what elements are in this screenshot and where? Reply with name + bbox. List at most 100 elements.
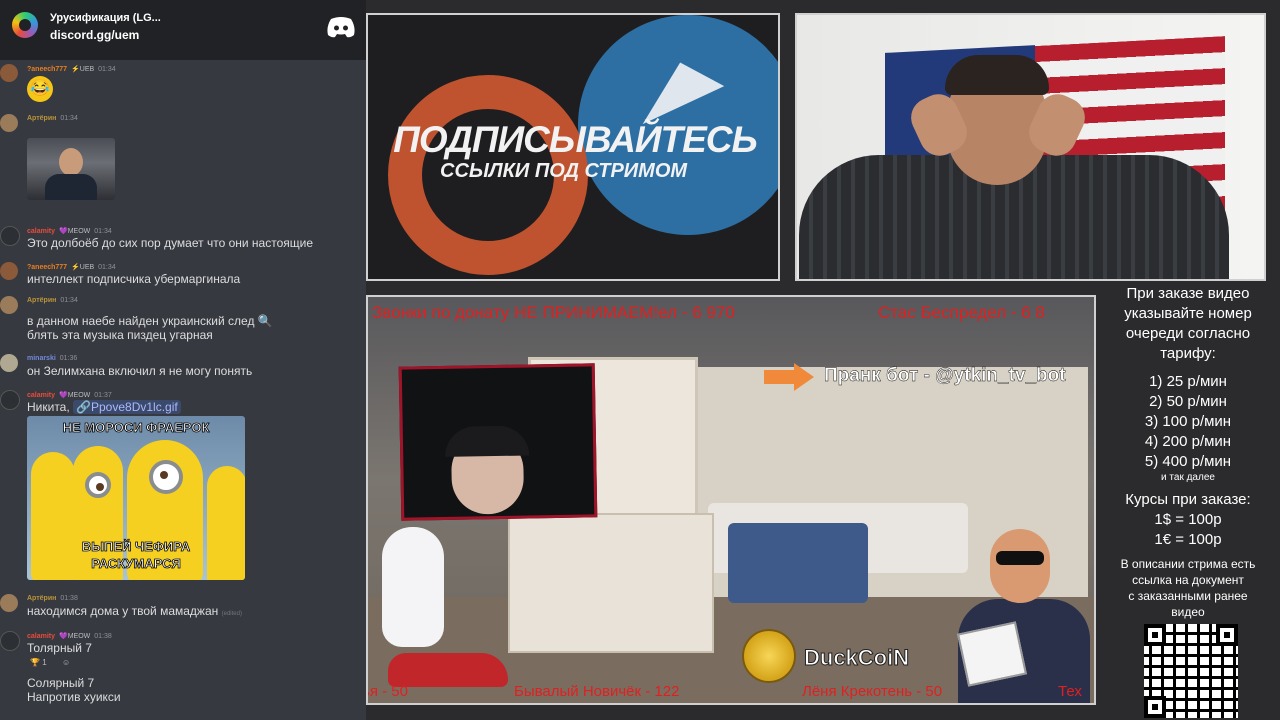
- info-description: В описании стрима есть: [1120, 557, 1256, 571]
- tariff-item: 1) 25 р/мин: [1149, 373, 1227, 390]
- reaction[interactable]: 🏆 1: [30, 658, 47, 667]
- rate-item: 1€ = 100р: [1154, 531, 1222, 548]
- server-icon[interactable]: [12, 12, 38, 38]
- user-avatar[interactable]: [0, 594, 18, 612]
- username[interactable]: calamity: [27, 392, 55, 399]
- gif-link-label: Ppove8Dv1lc.gif: [91, 400, 178, 414]
- duckcoin-icon: [742, 629, 796, 683]
- message-text: блять эта музыка пиздец угарная: [27, 328, 213, 342]
- user-avatar[interactable]: [0, 354, 18, 372]
- timestamp: 01:34: [98, 66, 116, 73]
- user-avatar[interactable]: [0, 296, 18, 314]
- username[interactable]: Артёрин: [27, 297, 56, 304]
- photo-face: [59, 148, 83, 176]
- stair-shelves: [508, 513, 714, 653]
- gif-caption-line: РАСКУМАРСЯ: [91, 556, 181, 572]
- qr-finder: [1144, 624, 1166, 646]
- photo-body: [45, 174, 97, 200]
- photo-attachment[interactable]: [27, 138, 115, 200]
- promo-subtitle: ССЫЛКИ ПОД СТРИМОМ: [440, 160, 688, 182]
- message-text-line: в данном наебе найден украинский след: [27, 314, 255, 328]
- message-text: находимся дома у твой мамаджан (edited): [27, 604, 242, 622]
- gif-caption-line: ВЫПЕЙ ЧЕФИРА: [81, 539, 191, 555]
- ice-king-figure: [382, 527, 444, 647]
- webcam-panel: [795, 13, 1266, 281]
- message-meta: calamity 💜MEOW 01:38: [27, 632, 112, 640]
- gif-top-caption: НЕ МОРОСИ ФРАЕРОК: [62, 420, 210, 436]
- blanket: [728, 523, 868, 603]
- info-description: видео: [1171, 605, 1205, 619]
- message-text: Солярный 7: [27, 676, 95, 690]
- username[interactable]: calamity: [27, 228, 55, 235]
- tariff-item: 5) 400 р/мин: [1144, 453, 1232, 470]
- username[interactable]: ?aneech777: [27, 66, 67, 73]
- rates-title: Курсы при заказе:: [1125, 491, 1251, 508]
- username[interactable]: Артёрин: [27, 595, 56, 602]
- timestamp: 01:34: [98, 264, 116, 271]
- duckcoin-label: DuckCoiN: [803, 645, 910, 671]
- donation-ticker-bottom: Лёня Крекотень - 50: [802, 683, 943, 700]
- message-meta: Артёрин 01:34: [27, 115, 78, 122]
- discord-chat-panel: Урусификация (LG... discord.gg/uem ?anee…: [0, 0, 366, 720]
- streamer-hair: [945, 55, 1049, 95]
- info-text: очереди согласно: [1125, 325, 1251, 342]
- agent-character: [950, 529, 1094, 703]
- red-toy-car: [388, 653, 508, 687]
- donation-ticker-top: Стас Беспредел - 6 8: [878, 303, 1045, 322]
- message-meta: calamity 💜MEOW 01:34: [27, 227, 112, 235]
- rate-item: 1$ = 100р: [1154, 511, 1222, 528]
- message-meta: minarski 01:36: [27, 355, 77, 362]
- info-description: с заказанными ранее: [1128, 589, 1248, 603]
- subscribe-promo-panel: ПОДПИСЫВАЙТЕСЬ ССЫЛКИ ПОД СТРИМОМ: [366, 13, 780, 281]
- tariff-item: 4) 200 р/мин: [1144, 433, 1232, 450]
- reaction-count: 1: [42, 658, 47, 667]
- qr-finder: [1216, 624, 1238, 646]
- server-invite-link[interactable]: discord.gg/uem: [50, 28, 139, 42]
- overlay-webcam-hood: [444, 425, 530, 457]
- minions-gif[interactable]: НЕ МОРОСИ ФРАЕРОК ВЫПЕЙ ЧЕФИРА РАСКУМАРС…: [27, 416, 245, 580]
- user-badge: ⚡UEB: [71, 264, 95, 271]
- chat-header: Урусификация (LG... discord.gg/uem: [0, 0, 366, 60]
- username[interactable]: minarski: [27, 355, 56, 362]
- goggle: [149, 460, 183, 494]
- message-text: Никита, 🔗Ppove8Dv1lc.gif: [27, 400, 181, 415]
- donation-ticker-bottom: ья - 50: [366, 683, 408, 700]
- link-icon: 🔗: [76, 400, 91, 414]
- timestamp: 01:34: [60, 297, 78, 304]
- message-text: он Зелимхана включил я не могу понять: [27, 364, 253, 378]
- user-badge: ⚡UEB: [71, 66, 95, 73]
- message-meta: ?aneech777 ⚡UEB 01:34: [27, 65, 116, 73]
- agent-head: [990, 529, 1050, 603]
- info-text: указывайте номер: [1124, 305, 1252, 322]
- message-text: Это долбоёб до сих пор думает что они на…: [27, 236, 314, 250]
- qr-code[interactable]: [1144, 624, 1238, 718]
- promo-title: ПОДПИСЫВАЙТЕСЬ: [393, 119, 757, 160]
- username[interactable]: calamity: [27, 633, 55, 640]
- timestamp: 01:36: [59, 355, 78, 362]
- user-avatar[interactable]: [0, 262, 18, 280]
- user-avatar[interactable]: [0, 390, 20, 410]
- add-reaction-icon[interactable]: ☺: [62, 658, 70, 667]
- main-stream-scene: Звонки по донату НЕ ПРИНИМАЕМ!ел - 6 970…: [366, 295, 1096, 705]
- prank-bot-label: Пранк бот - @ytkin_tv_bot: [824, 365, 1066, 386]
- info-text: При заказе видео: [1126, 285, 1250, 302]
- message-text: Толярный 7: [27, 641, 92, 655]
- edited-tag: (edited): [221, 611, 242, 617]
- message-meta: ?aneech777 ⚡UEB 01:34: [27, 263, 116, 271]
- gif-link[interactable]: 🔗Ppove8Dv1lc.gif: [73, 400, 181, 414]
- message-meta: Артёрин 01:38: [27, 595, 78, 602]
- info-description: ссылка на документ: [1132, 573, 1244, 587]
- user-avatar[interactable]: [0, 631, 20, 651]
- username[interactable]: ?aneech777: [27, 264, 67, 271]
- user-badge: 💜MEOW: [58, 228, 91, 235]
- user-avatar[interactable]: [0, 226, 20, 246]
- timestamp: 01:34: [94, 228, 112, 235]
- username[interactable]: Артёрин: [27, 115, 56, 122]
- info-text: тарифу:: [1160, 345, 1216, 362]
- user-avatar[interactable]: [0, 114, 18, 132]
- timestamp: 01:37: [94, 392, 112, 399]
- donation-ticker-bottom: Тех: [1058, 683, 1082, 700]
- user-avatar[interactable]: [0, 64, 18, 82]
- server-name[interactable]: Урусификация (LG...: [50, 12, 161, 24]
- user-badge: 💜MEOW: [58, 392, 91, 399]
